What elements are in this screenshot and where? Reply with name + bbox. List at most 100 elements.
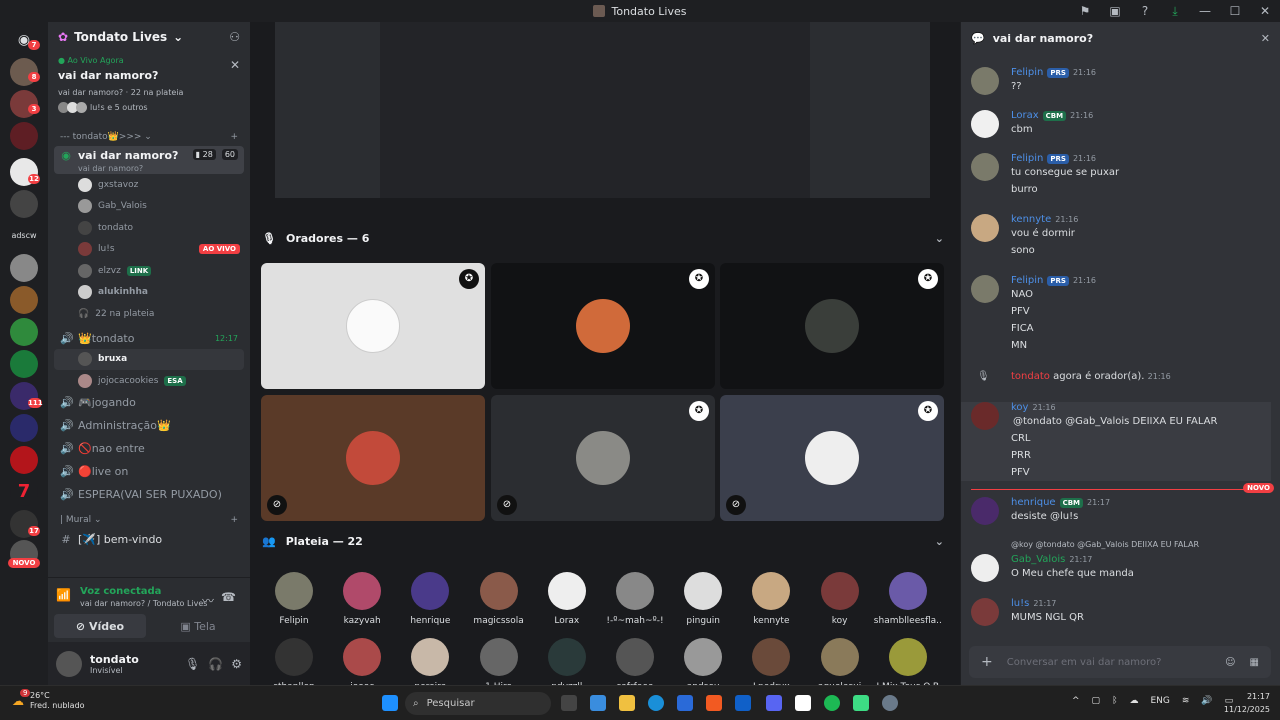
chevron-down-icon[interactable]: ⌄ — [935, 232, 944, 245]
channel-bem-vindo[interactable]: # [✈️] bem-vindo — [54, 529, 244, 550]
audience-member[interactable]: pinguin — [669, 572, 737, 626]
chat-message[interactable]: kennyte 21:16 vou é dormir sono — [971, 214, 1271, 259]
taskbar-search[interactable]: ⌕ Pesquisar — [405, 692, 551, 715]
language-indicator[interactable]: ENG — [1150, 696, 1169, 706]
author-name[interactable]: Felipin — [1011, 153, 1043, 164]
headphones-icon[interactable]: 🎧 — [208, 657, 223, 671]
audience-member[interactable]: aquelesui — [806, 638, 874, 685]
voice-user[interactable]: elzvz LINK — [48, 260, 250, 282]
author-name[interactable]: henrique — [1011, 497, 1056, 508]
speaker-tile[interactable]: ✪ — [261, 263, 485, 389]
speakers-header[interactable]: 🎙 Oradores — 6 ⌄ — [262, 228, 944, 248]
server-icon[interactable]: 7 — [10, 478, 38, 506]
close-window-button[interactable]: ✕ — [1250, 4, 1280, 18]
server-icon[interactable] — [10, 286, 38, 314]
audience-member[interactable]: !-º~mah~º-! — [601, 572, 669, 626]
channel-tondato[interactable]: 🔊 👑tondato 12:17 — [54, 328, 244, 349]
screen-icon[interactable]: ▣ — [1100, 4, 1130, 18]
help-icon[interactable]: ? — [1130, 4, 1160, 18]
spotify-icon[interactable] — [824, 695, 840, 711]
audience-member[interactable]: pereira — [396, 638, 464, 685]
live-now-card[interactable]: ● Ao Vivo Agora vai dar namoro? vai dar … — [54, 56, 244, 124]
channel-vai-dar-namoro[interactable]: ◉ vai dar namoro? vai dar namoro? ▮ 28 60 — [54, 146, 244, 174]
chevron-up-icon[interactable]: ^ — [1072, 696, 1080, 706]
author-name[interactable]: Gab_Valois — [1011, 554, 1065, 565]
apps-icon[interactable]: ▦ — [1250, 657, 1259, 668]
audience-member[interactable]: kazyvah — [328, 572, 396, 626]
audience-member[interactable]: Felipin — [260, 572, 328, 626]
author-name[interactable]: Felipin — [1011, 275, 1043, 286]
volume-icon[interactable]: 🔊 — [1201, 696, 1212, 706]
screen-share-preview[interactable] — [275, 22, 930, 198]
avatar[interactable] — [56, 650, 82, 677]
download-icon[interactable]: ⤓ — [1160, 4, 1190, 19]
add-attachment-icon[interactable]: + — [981, 654, 993, 670]
speaker-tile[interactable]: ✪ — [491, 263, 715, 389]
chat-message[interactable]: Felipin PRS 21:16?? — [971, 67, 1271, 95]
speaker-tile[interactable]: ✪ ⊘ — [720, 395, 944, 521]
audience-member[interactable]: magicssola — [465, 572, 533, 626]
chevron-down-icon[interactable]: ⌄ — [935, 535, 944, 548]
reply-preview[interactable]: @koy @tondato @Gab_Valois DEIIXA EU FALA… — [1011, 540, 1199, 549]
start-icon[interactable] — [382, 695, 398, 711]
file-explorer-icon[interactable] — [619, 695, 635, 711]
voice-user[interactable]: Gab_Valois — [48, 196, 250, 218]
author-name[interactable]: Felipin — [1011, 67, 1043, 78]
task-view-icon[interactable] — [561, 695, 577, 711]
screen-share-button[interactable]: ▣ Tela — [152, 614, 244, 638]
audience-count[interactable]: 🎧 22 na plateia — [48, 303, 250, 325]
channel-item[interactable]: 🔊 ESPERA(VAI SER PUXADO) — [54, 484, 244, 505]
audience-member[interactable]: I Mix Teus O.B — [874, 638, 942, 685]
channel-item[interactable]: 🔊 Administração👑 — [54, 415, 244, 436]
audience-member[interactable]: kennyte — [737, 572, 805, 626]
author-name[interactable]: kennyte — [1011, 214, 1051, 225]
audience-member[interactable]: Lorax — [533, 572, 601, 626]
audience-member[interactable]: 1 Hiro — [465, 638, 533, 685]
server-icon[interactable] — [10, 254, 38, 282]
minimize-button[interactable]: — — [1190, 4, 1220, 18]
settings-icon[interactable] — [882, 695, 898, 711]
chat-message[interactable]: lu!s 21:17 MUMS NGL QR — [971, 598, 1271, 626]
voice-user[interactable]: lu!s AO VIVO — [48, 239, 250, 261]
server-header[interactable]: ✿ Tondato Lives ⌄ ⚇ — [48, 22, 250, 52]
chat-message[interactable]: Felipin PRS 21:16 tu consegue se puxar burro — [971, 153, 1271, 198]
clock[interactable]: 21:17 11/12/2025 — [1224, 690, 1270, 716]
audience-member[interactable]: koy — [806, 572, 874, 626]
emoji-icon[interactable]: ☺ — [1225, 657, 1235, 668]
author-name[interactable]: koy — [1011, 402, 1028, 413]
chat-message[interactable]: Felipin PRS 21:16 NAO PFV FICA MN — [971, 275, 1271, 354]
audience-member[interactable]: joooc — [328, 638, 396, 685]
voice-user[interactable]: bruxa — [54, 348, 244, 370]
channel-item[interactable]: 🔊 🚫nao entre — [54, 438, 244, 459]
server-icon[interactable] — [10, 446, 38, 474]
capcut-icon[interactable] — [795, 695, 811, 711]
author-name[interactable]: lu!s — [1011, 598, 1029, 609]
disconnect-icon[interactable]: ☎ — [221, 590, 236, 604]
chat-message[interactable]: koy 21:16 @tondato @Gab_Valois DEIIXA EU F… — [961, 402, 1271, 481]
brave-icon[interactable] — [706, 695, 722, 711]
server-icon[interactable] — [10, 190, 38, 218]
chat-message[interactable]: Gab_Valois 21:17 O Meu chefe que manda — [971, 554, 1271, 582]
speaker-tile[interactable]: ⊘ — [261, 395, 485, 521]
weather-widget[interactable]: ☁ 9 26°C Fred. nublado — [12, 689, 85, 711]
wifi-icon[interactable]: ≋ — [1182, 696, 1190, 706]
voice-user[interactable]: gxstavoz — [48, 174, 250, 196]
add-friend-icon[interactable]: ⚇ — [229, 30, 240, 44]
system-user[interactable]: tondato — [1011, 371, 1050, 382]
edge-icon[interactable] — [648, 695, 664, 711]
maximize-button[interactable]: ☐ — [1220, 4, 1250, 18]
voice-location[interactable]: vai dar namoro? / Tondato Lives — [80, 599, 240, 608]
audience-member[interactable]: shamblleesfla... — [874, 572, 942, 626]
store-icon[interactable] — [677, 695, 693, 711]
voice-user[interactable]: tondato — [48, 217, 250, 239]
audience-member[interactable]: henrique — [396, 572, 464, 626]
audience-member[interactable]: safrfeee — [601, 638, 669, 685]
server-icon[interactable] — [10, 122, 38, 150]
gear-icon[interactable]: ⚙ — [231, 657, 242, 671]
add-channel-icon[interactable]: + — [230, 515, 238, 525]
category-header[interactable]: --- tondato👑>>> ⌄ + — [48, 128, 250, 146]
server-icon[interactable] — [10, 414, 38, 442]
outlook-icon[interactable] — [735, 695, 751, 711]
close-icon[interactable]: ✕ — [230, 58, 240, 72]
bluetooth-icon[interactable]: ᛒ — [1112, 696, 1117, 706]
